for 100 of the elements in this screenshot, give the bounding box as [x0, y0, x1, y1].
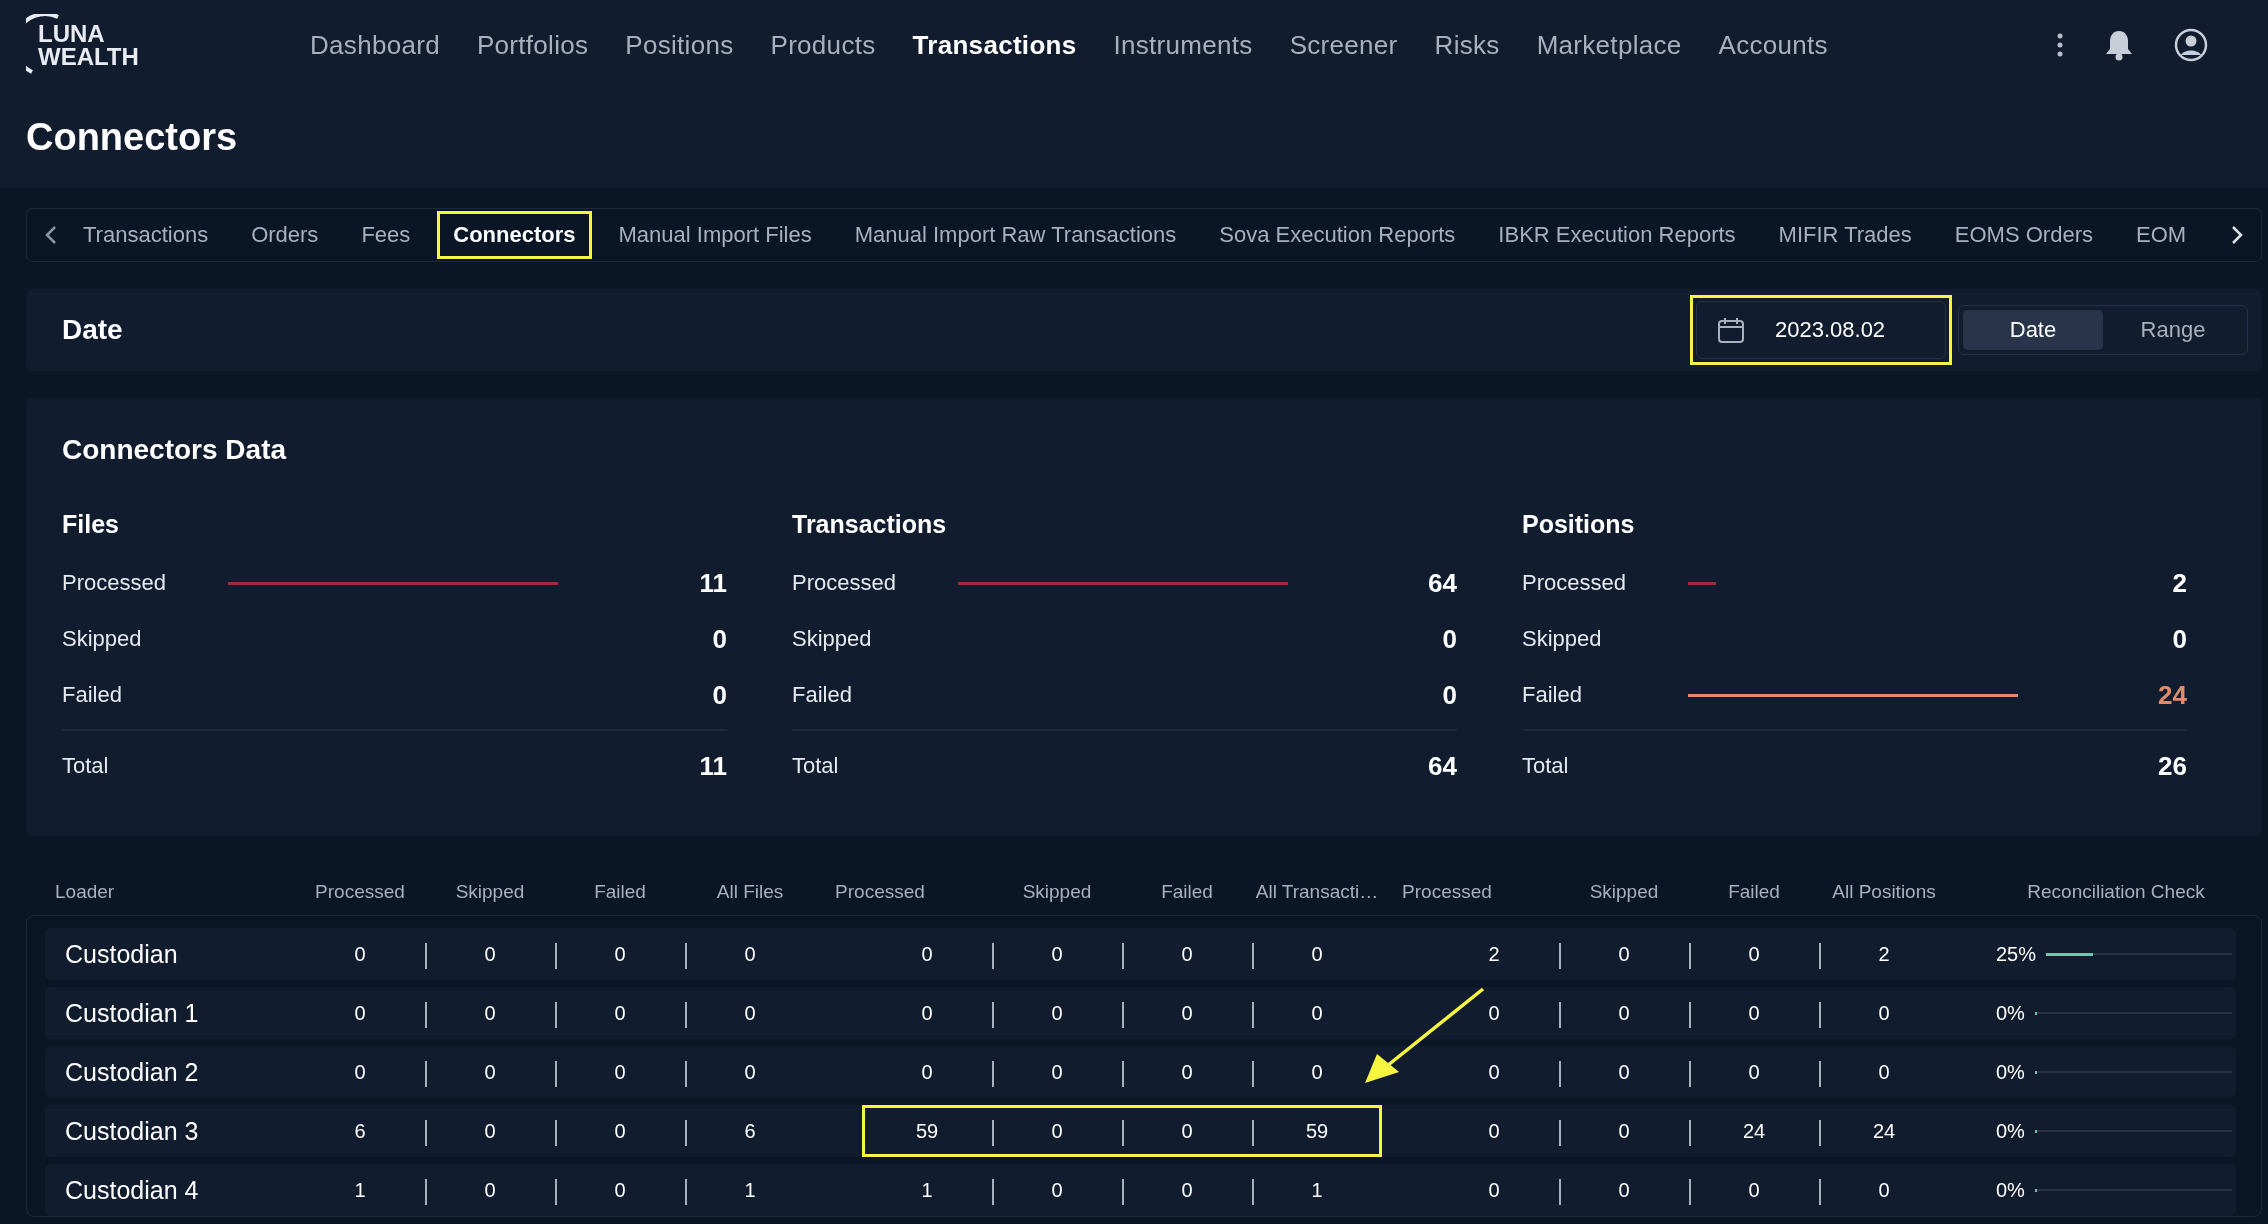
column-header: Skipped — [454, 881, 526, 903]
table-cell: 2 — [1819, 942, 1949, 966]
table-cell: 0 — [555, 1178, 685, 1202]
table-cell: 0 — [555, 1060, 685, 1084]
table-cell: 0 — [1122, 1178, 1252, 1202]
subtab[interactable]: Manual Import Raw Transactions — [838, 211, 1193, 259]
stat-label: Failed — [792, 682, 853, 708]
subtab[interactable]: Transactions — [67, 211, 225, 259]
nav-link[interactable]: Screener — [1289, 29, 1398, 61]
nav-link[interactable]: Portfolios — [476, 29, 589, 61]
column-header: All Transacti… — [1254, 881, 1380, 903]
table-cell: 59 — [1252, 1119, 1382, 1143]
nav-link[interactable]: Marketplace — [1536, 29, 1682, 61]
logo-text: LUNA — [38, 22, 106, 45]
chevron-left-icon[interactable] — [45, 225, 57, 245]
nav-link[interactable]: Transactions — [912, 29, 1077, 61]
table-cell: 0 — [685, 1001, 815, 1025]
card-title: Date — [62, 314, 123, 346]
stat-label: Processed — [1522, 570, 1627, 596]
table-cell: 0 — [425, 1178, 555, 1202]
stat-value: 0 — [1442, 623, 1457, 655]
column-header: Processed — [314, 881, 406, 903]
table-cell: 0 — [1689, 1178, 1819, 1202]
table-cell-text: 0 — [920, 1001, 934, 1025]
mode-toggle[interactable]: Range — [2103, 310, 2243, 350]
table-cell: 0 — [425, 1001, 555, 1025]
logo-text: WEALTH — [38, 45, 139, 68]
chevron-right-icon[interactable] — [2231, 225, 2243, 245]
date-field[interactable]: 2023.08.02 — [1696, 301, 1946, 359]
table-row[interactable]: Custodian 2 0 0 0 0 0 0 0 0 0 0 0 0 0% — [45, 1046, 2236, 1098]
table-cell-text: 0 — [920, 1060, 934, 1084]
loader-name: Custodian 1 — [64, 998, 200, 1028]
mode-toggle[interactable]: Date — [1963, 310, 2103, 350]
subtab[interactable]: Fees — [345, 211, 427, 259]
table-cell: 0 — [1122, 1060, 1252, 1084]
table-cell: 0 — [685, 1060, 815, 1084]
column-header: Reconciliation Check — [2026, 881, 2206, 903]
table-cell-text: 0 — [1487, 1178, 1501, 1202]
stat-value: 0 — [1442, 679, 1457, 711]
subtab[interactable]: Manual Import Files — [602, 211, 828, 259]
table-cell-text: 0 — [920, 942, 934, 966]
stat-label: Processed — [792, 570, 897, 596]
column-header: Failed — [1160, 881, 1214, 903]
stat-label: Failed — [62, 682, 123, 708]
table-row[interactable]: Custodian 0 0 0 0 0 0 0 0 2 0 0 2 25% — [45, 928, 2236, 980]
table-cell: 0 — [1122, 1119, 1252, 1143]
nav-link[interactable]: Risks — [1434, 29, 1500, 61]
loader-name: Custodian — [64, 939, 179, 969]
group-title: Files — [62, 510, 120, 539]
column-header: All Files — [715, 881, 785, 903]
table-cell: 0 — [1819, 1060, 1949, 1084]
subtab[interactable]: EOMS Orders — [1938, 211, 2109, 259]
stat-label: Total — [1522, 753, 1570, 779]
table-row[interactable]: Custodian 3 6 0 0 6 59 0 0 59 0 0 24 24 0% — [45, 1105, 2236, 1157]
table-cell: 0 — [1122, 1001, 1252, 1025]
stat-label: Total — [62, 753, 110, 779]
loader-name: Custodian 3 — [64, 1116, 200, 1146]
table-cell: 0 — [1252, 1001, 1382, 1025]
bell-icon[interactable] — [2104, 29, 2134, 61]
subtab[interactable]: Orders — [235, 211, 335, 259]
table-cell: 0 — [1689, 1001, 1819, 1025]
table-cell: 1 — [685, 1178, 815, 1202]
table-cell-text: 0 — [1487, 1060, 1501, 1084]
table-row[interactable]: Custodian 1 0 0 0 0 0 0 0 0 0 0 0 0 0% — [45, 987, 2236, 1039]
table-cell: 24 — [1819, 1119, 1949, 1143]
subtab[interactable]: Connectors — [437, 211, 592, 259]
table-cell: 0 — [1559, 1178, 1689, 1202]
stat-value: 26 — [2158, 750, 2187, 782]
table-cell: 0 — [555, 1001, 685, 1025]
stat-label: Skipped — [792, 626, 873, 652]
nav-link[interactable]: Dashboard — [310, 29, 440, 61]
table-cell: 0 — [1819, 1001, 1949, 1025]
user-avatar-icon[interactable] — [2174, 28, 2208, 62]
nav-link[interactable]: Accounts — [1718, 29, 1828, 61]
group-title: Positions — [1522, 510, 1636, 539]
more-icon[interactable] — [2056, 32, 2064, 58]
table-cell: 0 — [992, 1060, 1122, 1084]
table-cell-text: 59 — [914, 1119, 940, 1143]
stat-value: 2 — [2172, 567, 2187, 599]
nav-link[interactable]: Products — [770, 29, 876, 61]
table-cell: 0 — [425, 1060, 555, 1084]
subtab[interactable]: Sova Execution Reports — [1203, 211, 1472, 259]
column-header: Processed — [834, 881, 926, 903]
column-header: Failed — [593, 881, 647, 903]
stat-value: 0 — [2172, 623, 2187, 655]
group-title: Transactions — [792, 510, 948, 539]
table-row[interactable]: Custodian 4 1 0 0 1 1 0 0 1 0 0 0 0 0% — [45, 1164, 2236, 1216]
column-header: Failed — [1727, 881, 1781, 903]
subtab[interactable]: IBKR Execution Reports — [1482, 211, 1752, 259]
subtab[interactable]: MIFIR Trades — [1762, 211, 1928, 259]
nav-link[interactable]: Positions — [625, 29, 734, 61]
subtab[interactable]: EOM — [2119, 211, 2203, 259]
table-cell-text: 1 — [353, 1178, 367, 1202]
stat-label: Skipped — [1522, 626, 1603, 652]
column-header: All Positions — [1831, 881, 1937, 903]
table-cell-text: 0 — [1487, 1119, 1501, 1143]
table-cell: 0 — [685, 942, 815, 966]
card-title: Connectors Data — [62, 434, 288, 466]
stat-label: Total — [792, 753, 840, 779]
nav-link[interactable]: Instruments — [1113, 29, 1253, 61]
